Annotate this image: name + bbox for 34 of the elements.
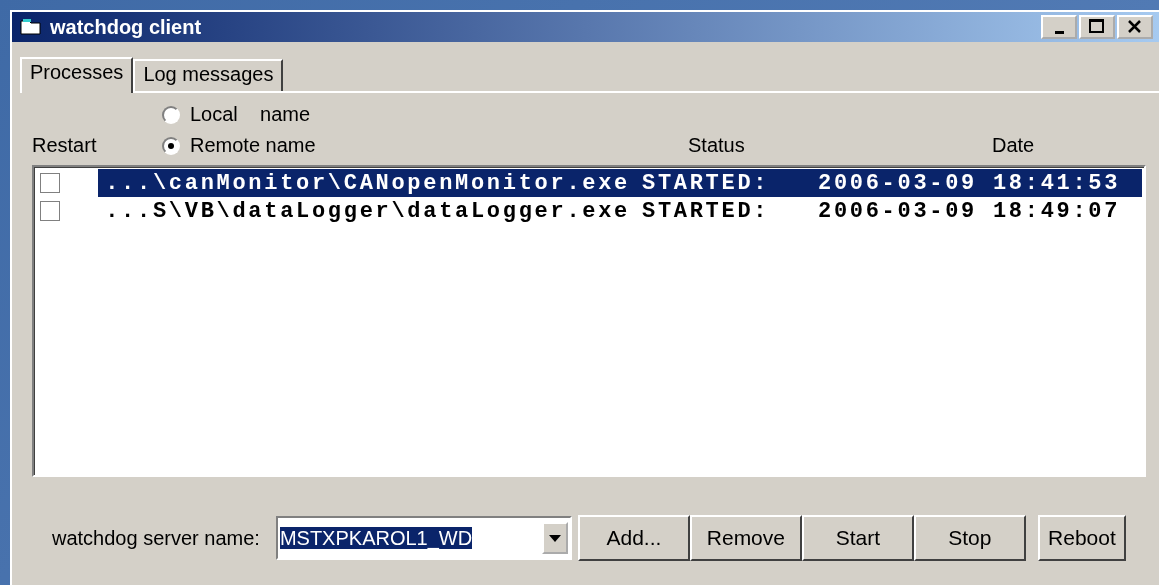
- add-button[interactable]: Add...: [577, 515, 690, 561]
- checkbox[interactable]: [40, 173, 60, 193]
- column-header: Date: [992, 134, 1036, 158]
- tab[interactable]: Log messages: [133, 59, 284, 91]
- process-path: ...\canMonitor\CANopenMonitor.exe: [104, 170, 630, 196]
- process-path: ...S\VB\dataLogger\dataLogger.exe: [104, 198, 630, 224]
- dropdown-arrow-icon: [548, 534, 561, 542]
- close-button[interactable]: [1117, 15, 1153, 39]
- process-date: 2006-03-09 18:41:53: [818, 170, 1121, 196]
- radio-button[interactable]: [162, 105, 180, 124]
- radio-label[interactable]: Local name: [190, 103, 311, 126]
- reboot-button[interactable]: Reboot: [1037, 515, 1126, 561]
- maximize-button[interactable]: [1079, 15, 1115, 39]
- list-row[interactable]: ...\canMonitor\CANopenMonitor.exe STARTED: 2006-03-09 18:41:53: [98, 169, 1142, 197]
- stop-button[interactable]: Stop: [913, 515, 1026, 561]
- tab[interactable]: Processes: [20, 57, 134, 93]
- field-label: watchdog server name:: [52, 526, 260, 550]
- minimize-icon: [1054, 30, 1064, 34]
- process-status: STARTED:: [641, 170, 771, 196]
- dropdown-button[interactable]: [541, 522, 568, 554]
- column-header: Restart: [32, 134, 98, 158]
- column-header: Status: [688, 134, 746, 158]
- window-icon: [20, 18, 42, 36]
- start-button[interactable]: Start: [801, 515, 914, 561]
- server-combo[interactable]: MSTXPKAROL1_WD: [275, 516, 572, 560]
- window-title: watchdog client: [50, 15, 203, 39]
- process-date: 2006-03-09 18:49:07: [818, 198, 1121, 224]
- remove-button[interactable]: Remove: [689, 515, 802, 561]
- checkbox[interactable]: [40, 201, 60, 221]
- radio-button[interactable]: [162, 136, 180, 155]
- minimize-button[interactable]: [1041, 15, 1077, 39]
- list-row[interactable]: ...S\VB\dataLogger\dataLogger.exe STARTED: 2006-03-09 18:49:07: [98, 197, 1142, 225]
- radio-label[interactable]: Remote name: [190, 134, 316, 157]
- process-status: STARTED:: [641, 198, 771, 224]
